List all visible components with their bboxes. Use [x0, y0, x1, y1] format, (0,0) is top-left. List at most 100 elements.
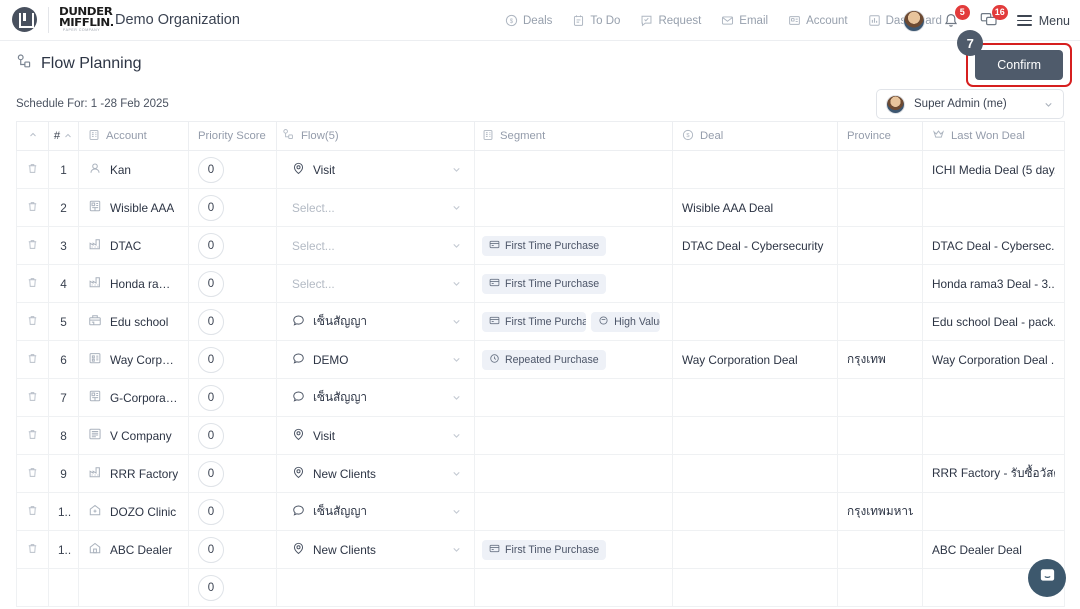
province-cell[interactable]: [837, 568, 923, 607]
flow-select[interactable]: Select...: [282, 231, 469, 260]
deal-cell[interactable]: [672, 492, 838, 531]
last-won-deal-cell[interactable]: [922, 188, 1065, 227]
table-row[interactable]: 4 Honda rama3 0 Select... First Time Purchas…: [16, 264, 1065, 303]
account-cell[interactable]: Kan: [78, 150, 189, 189]
row-delete-cell[interactable]: [16, 150, 49, 189]
segment-cell[interactable]: First Time Purchase: [474, 530, 673, 569]
table-row[interactable]: 6 Way Corporati... 0 DEMO Repeated Purchase W…: [16, 340, 1065, 379]
trash-icon[interactable]: [26, 200, 39, 213]
province-cell[interactable]: [837, 226, 923, 265]
deal-cell[interactable]: [672, 568, 838, 607]
flow-select[interactable]: Select...: [282, 269, 469, 298]
account-cell[interactable]: Wisible AAA: [78, 188, 189, 227]
trash-icon[interactable]: [26, 162, 39, 175]
wisible-logo-icon[interactable]: [12, 7, 37, 33]
last-won-deal-cell[interactable]: Edu school Deal - pack..: [922, 302, 1065, 341]
segment-cell[interactable]: [474, 150, 673, 189]
deal-cell[interactable]: [672, 302, 838, 341]
trash-icon[interactable]: [26, 390, 39, 403]
deal-cell[interactable]: [672, 264, 838, 303]
segment-tag[interactable]: First Time Purchase: [482, 235, 607, 256]
account-cell[interactable]: RRR Factory: [78, 454, 189, 493]
table-row[interactable]: 1 Kan 0 Visit ICHI Media Deal (5 day.: [16, 150, 1065, 189]
row-delete-cell[interactable]: [16, 340, 49, 379]
segment-cell[interactable]: [474, 492, 673, 531]
account-cell[interactable]: Way Corporati...: [78, 340, 189, 379]
flow-select[interactable]: เซ็นสัญญา: [282, 497, 469, 526]
deal-cell[interactable]: [672, 454, 838, 493]
last-won-deal-cell[interactable]: [922, 378, 1065, 417]
row-delete-cell[interactable]: [16, 454, 49, 493]
priority-score-cell[interactable]: 0: [188, 492, 277, 531]
column-header-select-all[interactable]: [16, 121, 49, 151]
chevron-down-icon[interactable]: [451, 164, 462, 175]
account-cell[interactable]: V Company: [78, 416, 189, 455]
user-selector-dropdown[interactable]: Super Admin (me): [876, 89, 1064, 119]
nav-item-deals[interactable]: $ Deals: [505, 14, 552, 27]
flow-cell[interactable]: New Clients: [276, 454, 475, 493]
trash-icon[interactable]: [26, 504, 39, 517]
segment-tag[interactable]: First Time Purchase: [482, 273, 607, 294]
last-won-deal-cell[interactable]: ICHI Media Deal (5 day.: [922, 150, 1065, 189]
flow-select[interactable]: New Clients: [282, 535, 469, 564]
flow-cell[interactable]: เซ็นสัญญา: [276, 302, 475, 341]
deal-cell[interactable]: Way Corporation Deal: [672, 340, 838, 379]
chevron-down-icon[interactable]: [451, 506, 462, 517]
segment-cell[interactable]: [474, 568, 673, 607]
segment-cell[interactable]: [474, 378, 673, 417]
deal-cell[interactable]: [672, 150, 838, 189]
nav-item-account[interactable]: Account: [788, 14, 848, 27]
row-delete-cell[interactable]: [16, 226, 49, 265]
account-cell[interactable]: ABC Dealer: [78, 530, 189, 569]
priority-score-cell[interactable]: 0: [188, 454, 277, 493]
row-delete-cell[interactable]: [16, 568, 49, 607]
account-cell[interactable]: Edu school: [78, 302, 189, 341]
table-row[interactable]: 8 V Company 0 Visit: [16, 416, 1065, 455]
flow-cell[interactable]: Select...: [276, 188, 475, 227]
chevron-up-icon[interactable]: [63, 131, 73, 141]
priority-score-cell[interactable]: 0: [188, 188, 277, 227]
province-cell[interactable]: [837, 378, 923, 417]
chevron-down-icon[interactable]: [451, 240, 462, 251]
trash-icon[interactable]: [26, 352, 39, 365]
confirm-button[interactable]: Confirm: [975, 50, 1063, 80]
segment-cell[interactable]: [474, 188, 673, 227]
province-cell[interactable]: [837, 188, 923, 227]
province-cell[interactable]: กรุงเทพมหานคร: [837, 492, 923, 531]
menu-button[interactable]: Menu: [1016, 14, 1070, 28]
segment-tag[interactable]: First Time Purchase: [482, 311, 587, 332]
flow-cell[interactable]: [276, 568, 475, 607]
flow-cell[interactable]: Visit: [276, 150, 475, 189]
column-header-priority-score[interactable]: Priority Score: [188, 121, 277, 151]
trash-icon[interactable]: [26, 428, 39, 441]
column-header-flow[interactable]: Flow(5): [276, 121, 475, 151]
column-header-number[interactable]: #: [48, 121, 79, 151]
nav-item-todo[interactable]: To Do: [572, 14, 620, 27]
flow-cell[interactable]: เซ็นสัญญา: [276, 378, 475, 417]
deal-cell[interactable]: [672, 530, 838, 569]
flow-select[interactable]: Visit: [282, 421, 469, 450]
priority-score-cell[interactable]: 0: [188, 226, 277, 265]
last-won-deal-cell[interactable]: Way Corporation Deal .: [922, 340, 1065, 379]
column-header-segment[interactable]: Segment: [474, 121, 673, 151]
segment-cell[interactable]: Repeated Purchase: [474, 340, 673, 379]
deal-cell[interactable]: Wisible AAA Deal: [672, 188, 838, 227]
account-cell[interactable]: DOZO Clinic: [78, 492, 189, 531]
flow-select[interactable]: Visit: [282, 155, 469, 184]
row-delete-cell[interactable]: [16, 378, 49, 417]
flow-cell[interactable]: Select...: [276, 226, 475, 265]
segment-cell[interactable]: [474, 416, 673, 455]
chevron-down-icon[interactable]: [451, 430, 462, 441]
chevron-down-icon[interactable]: [451, 316, 462, 327]
flow-cell[interactable]: DEMO: [276, 340, 475, 379]
row-delete-cell[interactable]: [16, 264, 49, 303]
row-delete-cell[interactable]: [16, 492, 49, 531]
priority-score-cell[interactable]: 0: [188, 264, 277, 303]
priority-score-cell[interactable]: 0: [188, 378, 277, 417]
priority-score-cell[interactable]: 0: [188, 530, 277, 569]
last-won-deal-cell[interactable]: [922, 416, 1065, 455]
segment-cell[interactable]: [474, 454, 673, 493]
flow-select[interactable]: New Clients: [282, 459, 469, 488]
flow-cell[interactable]: เซ็นสัญญา: [276, 492, 475, 531]
segment-tag[interactable]: Repeated Purchase: [482, 349, 606, 370]
